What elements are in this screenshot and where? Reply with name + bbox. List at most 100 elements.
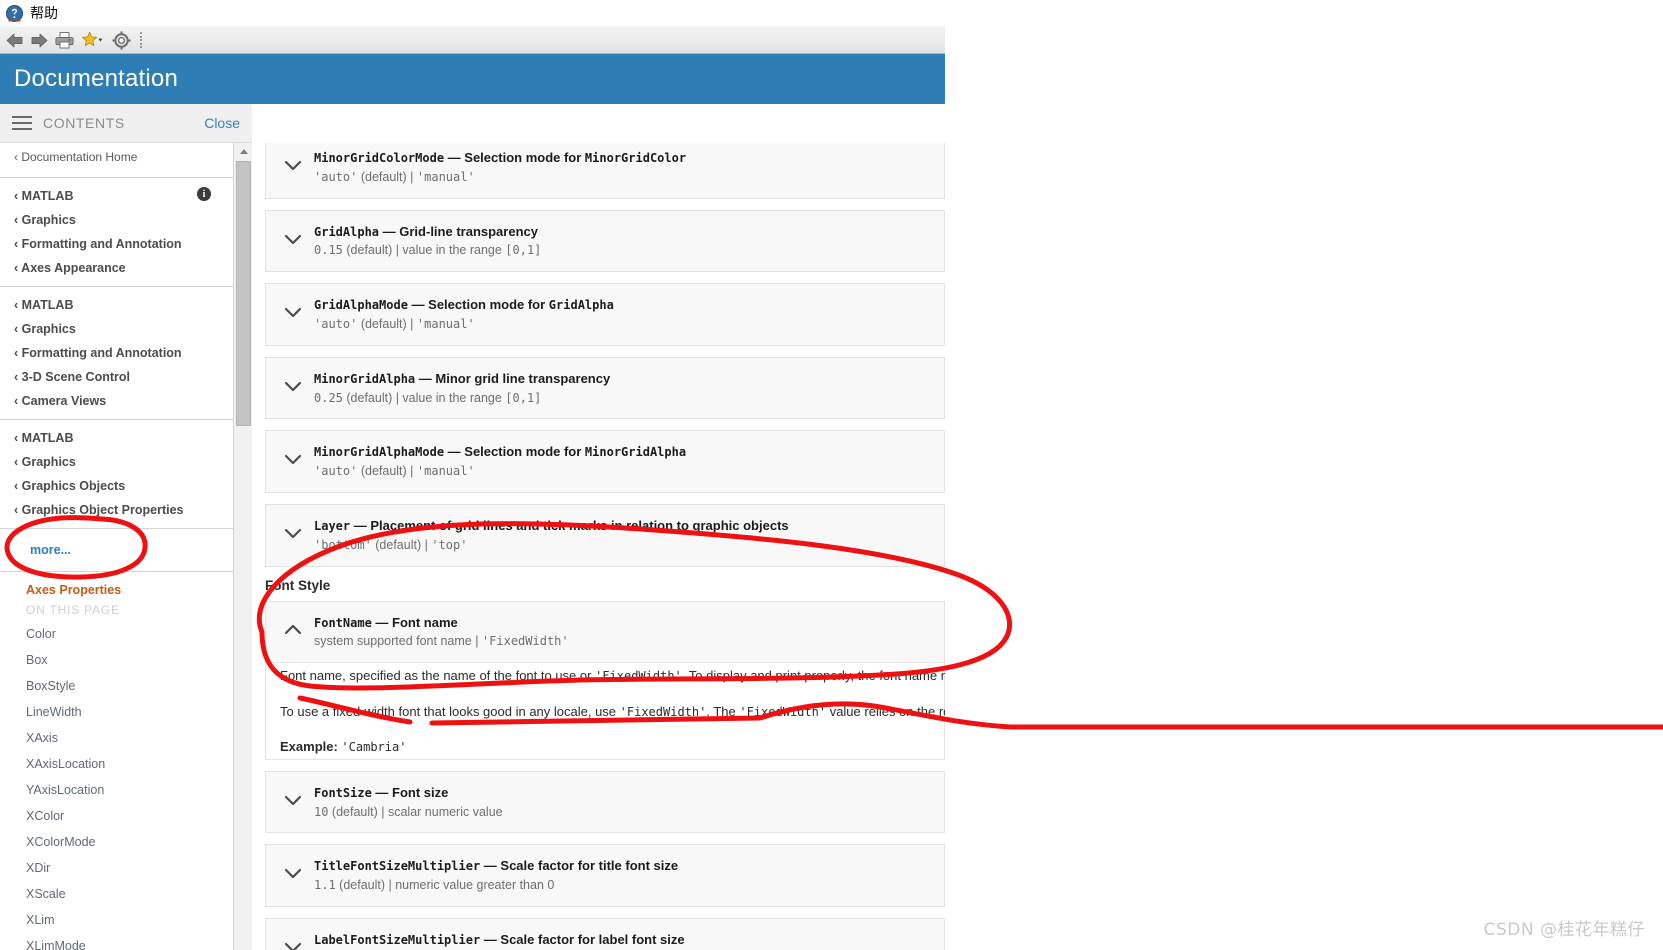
accordion-item-minorgridalphamode[interactable]: MinorGridAlphaMode — Selection mode for …	[265, 430, 945, 493]
accordion-item-gridalphamode[interactable]: GridAlphaMode — Selection mode for GridA…	[265, 283, 945, 346]
value-text: (default) | value in the range	[342, 243, 506, 258]
scrollbar-thumb[interactable]	[236, 161, 251, 426]
property-dash: —	[407, 297, 429, 313]
value-text: (default) |	[357, 464, 417, 479]
value-default: 0.15	[314, 243, 343, 258]
sidebar-link-box[interactable]: Box	[0, 647, 233, 673]
page-title: Documentation	[14, 65, 179, 92]
accordion-item-fontname[interactable]: FontName — Font name system supported fon…	[265, 600, 945, 760]
value-default: 'auto'	[314, 464, 358, 479]
on-this-page-list: Color Box BoxStyle LineWidth XAxis XAxisLocat…	[0, 621, 233, 950]
toolbar-grip-handle[interactable]	[137, 32, 146, 48]
body-text: value relies on the root	[829, 703, 945, 719]
sidebar-link-boxstyle[interactable]: BoxStyle	[0, 673, 233, 699]
accordion-item-labelfontsizemultiplier[interactable]: LabelFontSizeMultiplier — Scale factor f…	[265, 917, 945, 950]
property-name-labelfontsizemultiplier: LabelFontSizeMultiplier — Scale factor f…	[314, 931, 685, 950]
sidebar-link-xdir[interactable]: XDir	[0, 855, 233, 881]
property-name-minorgridcolormode: MinorGridColorMode — Selection mode for …	[314, 149, 686, 168]
sidebar-item-graphics-2[interactable]: ‹ Graphics	[0, 317, 233, 341]
property-name-fontname: FontName — Font name	[314, 614, 569, 633]
value-text: (default) | scalar numeric value	[328, 804, 503, 819]
value-text: (default) | value in the range	[342, 390, 506, 405]
sidebar-item-graphics-1[interactable]: ‹ Graphics	[0, 208, 233, 232]
sidebar-more-link[interactable]: more...	[0, 535, 233, 565]
expand-toggle-labelfontsizemultiplier[interactable]	[280, 930, 306, 950]
value-alternate: 'top'	[431, 537, 468, 552]
sidebar-item-graphics-objects[interactable]: ‹ Graphics Objects	[0, 474, 233, 498]
expand-toggle-layer[interactable]	[280, 516, 306, 550]
sidebar-divider	[0, 419, 233, 420]
sidebar-item-3d-scene-control[interactable]: ‹ 3-D Scene Control	[0, 365, 233, 389]
body-code: 'FixedWidth'	[739, 704, 827, 719]
sidebar-link-xscale[interactable]: XScale	[0, 881, 233, 907]
expand-toggle-titlefontsizemultiplier[interactable]	[280, 856, 306, 890]
back-button[interactable]	[2, 27, 27, 53]
expand-toggle-fontsize[interactable]	[280, 783, 306, 817]
body-example: Example: 'Cambria'	[280, 737, 944, 757]
property-description: Minor grid line transparency	[435, 370, 611, 386]
expand-toggle-gridalphamode[interactable]	[280, 295, 306, 329]
sidebar-item-axes-appearance[interactable]: ‹ Axes Appearance	[0, 256, 233, 280]
sidebar-navigation[interactable]: ‹ Documentation Home ‹ MATLAB i ‹ Graphi…	[0, 143, 252, 950]
favorites-star-icon	[82, 31, 103, 47]
accordion-item-minorgridalpha[interactable]: MinorGridAlpha — Minor grid line transpa…	[265, 356, 945, 420]
sidebar-item-matlab-2[interactable]: ‹ MATLAB	[0, 293, 233, 317]
expand-toggle-minorgridalphamode[interactable]	[280, 442, 306, 476]
sidebar-item-documentation-home[interactable]: ‹ Documentation Home	[0, 143, 233, 171]
property-description: Scale factor for title font size	[500, 858, 679, 874]
value-alternate: [0,1]	[505, 243, 542, 258]
toolbar-icon-group	[2, 26, 146, 54]
sidebar-scrollbar[interactable]	[233, 143, 252, 950]
sidebar-item-formatting-2[interactable]: ‹ Formatting and Annotation	[0, 341, 233, 365]
close-contents-button[interactable]: Close	[204, 115, 240, 131]
window-clip-mask	[945, 54, 1663, 950]
sidebar-link-xaxislocation[interactable]: XAxisLocation	[0, 751, 233, 777]
settings-button[interactable]	[109, 27, 134, 53]
property-values-minorgridalphamode: 'auto' (default) | 'manual'	[314, 462, 686, 481]
print-button[interactable]	[52, 27, 77, 53]
property-description: Placement of grid lines and tick marks i…	[370, 517, 789, 533]
example-label: Example:	[280, 739, 342, 755]
sidebar-link-linewidth[interactable]: LineWidth	[0, 699, 233, 725]
property-name-fontsize: FontSize — Font size	[314, 784, 503, 803]
sidebar-link-xcolor[interactable]: XColor	[0, 803, 233, 829]
sidebar-item-formatting-1[interactable]: ‹ Formatting and Annotation	[0, 232, 233, 256]
sidebar-item-axes-properties[interactable]: Axes Properties	[0, 578, 233, 601]
accordion-item-titlefontsizemultiplier[interactable]: TitleFontSizeMultiplier — Scale factor f…	[265, 844, 945, 907]
info-icon[interactable]: i	[197, 187, 211, 201]
scroll-up-button[interactable]	[234, 143, 253, 159]
property-identifier: FontSize	[314, 785, 372, 800]
forward-button[interactable]	[27, 27, 52, 53]
accordion-item-fontsize[interactable]: FontSize — Font size 10 (default) | scala…	[265, 770, 945, 834]
sidebar-link-color[interactable]: Color	[0, 621, 233, 647]
expand-toggle-gridalpha[interactable]	[280, 222, 306, 256]
property-description: Selection mode for	[428, 297, 549, 313]
collapse-toggle-fontname[interactable]	[280, 613, 306, 647]
sidebar-item-matlab-3[interactable]: ‹ MATLAB	[0, 426, 233, 450]
sidebar-divider	[0, 286, 233, 287]
property-name-gridalpha: GridAlpha — Grid-line transparency	[314, 223, 541, 242]
property-identifier: MinorGridAlphaMode	[314, 445, 445, 460]
property-identifier: MinorGridAlpha	[314, 371, 416, 386]
property-identifier: GridAlphaMode	[314, 298, 408, 313]
hamburger-icon[interactable]	[12, 116, 32, 130]
sidebar-item-camera-views[interactable]: ‹ Camera Views	[0, 389, 233, 413]
chevron-up-icon	[284, 624, 302, 634]
property-name-titlefontsizemultiplier: TitleFontSizeMultiplier — Scale factor f…	[314, 857, 678, 876]
accordion-item-minorgridcolormode[interactable]: MinorGridColorMode — Selection mode for …	[265, 143, 945, 199]
accordion-item-gridalpha[interactable]: GridAlpha — Grid-line transparency 0.15 (…	[265, 209, 945, 273]
sidebar-link-xlimmode[interactable]: XLimMode	[0, 933, 233, 950]
property-dash: —	[444, 444, 465, 460]
sidebar-link-xaxis[interactable]: XAxis	[0, 725, 233, 751]
favorites-button[interactable]	[77, 27, 109, 53]
sidebar-item-graphics-3[interactable]: ‹ Graphics	[0, 450, 233, 474]
accordion-item-layer[interactable]: Layer — Placement of grid lines and tick…	[265, 503, 945, 567]
chevron-down-icon	[284, 455, 302, 465]
contents-bar: CONTENTS Close	[0, 104, 252, 143]
sidebar-item-graphics-object-properties[interactable]: ‹ Graphics Object Properties	[0, 498, 233, 522]
sidebar-link-xlim[interactable]: XLim	[0, 907, 233, 933]
sidebar-link-yaxislocation[interactable]: YAxisLocation	[0, 777, 233, 803]
expand-toggle-minorgridcolormode[interactable]	[280, 148, 306, 182]
expand-toggle-minorgridalpha[interactable]	[280, 369, 306, 403]
sidebar-link-xcolormode[interactable]: XColorMode	[0, 829, 233, 855]
